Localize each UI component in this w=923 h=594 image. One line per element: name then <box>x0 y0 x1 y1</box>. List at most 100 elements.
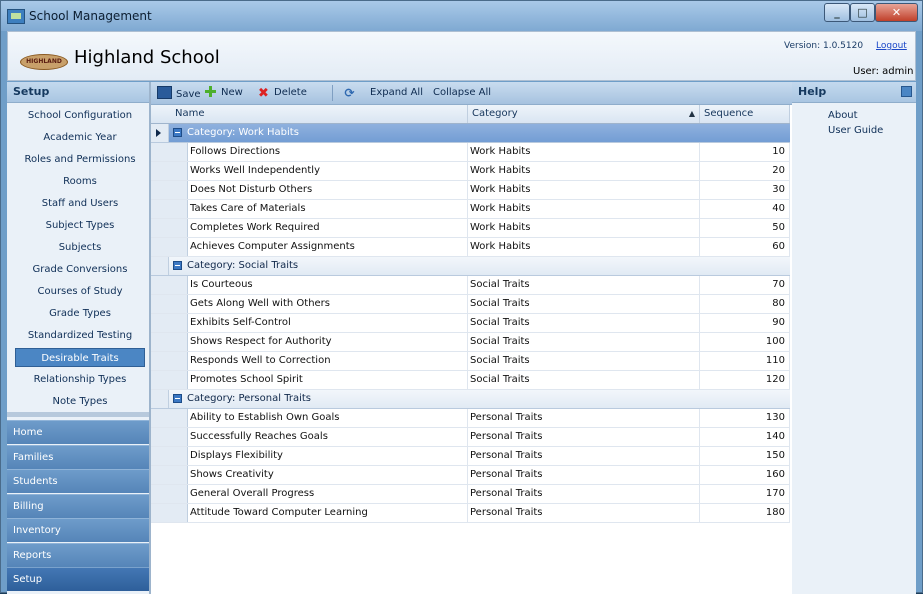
row-indicator[interactable] <box>151 333 188 351</box>
cell-category[interactable]: Work Habits <box>468 238 700 256</box>
nav-item-standardized-testing[interactable]: Standardized Testing <box>15 326 145 345</box>
cell-category[interactable]: Work Habits <box>468 181 700 199</box>
cell-sequence[interactable]: 70 <box>700 276 790 294</box>
collapse-help-icon[interactable] <box>901 86 912 97</box>
table-row[interactable]: Follows Directions Work Habits 10 <box>151 143 790 162</box>
row-indicator[interactable] <box>151 314 188 332</box>
expand-all-button[interactable]: Expand All <box>370 86 423 100</box>
row-indicator[interactable] <box>151 124 169 142</box>
cell-name[interactable]: Ability to Establish Own Goals <box>188 409 468 427</box>
cell-sequence[interactable]: 80 <box>700 295 790 313</box>
row-indicator[interactable] <box>151 143 188 161</box>
cell-name[interactable]: General Overall Progress <box>188 485 468 503</box>
nav-item-school-configuration[interactable]: School Configuration <box>15 106 145 125</box>
nav-item-academic-year[interactable]: Academic Year <box>15 128 145 147</box>
table-row[interactable]: Achieves Computer Assignments Work Habits… <box>151 238 790 257</box>
logout-link[interactable]: Logout <box>876 41 907 51</box>
column-header-category[interactable]: Category ▲ <box>468 105 700 123</box>
cell-name[interactable]: Works Well Independently <box>188 162 468 180</box>
row-indicator[interactable] <box>151 276 188 294</box>
group-row[interactable]: Category: Work Habits <box>151 124 790 143</box>
table-row[interactable]: General Overall Progress Personal Traits 1… <box>151 485 790 504</box>
row-indicator[interactable] <box>151 257 169 275</box>
table-row[interactable]: Promotes School Spirit Social Traits 120 <box>151 371 790 390</box>
cell-sequence[interactable]: 170 <box>700 485 790 503</box>
table-row[interactable]: Gets Along Well with Others Social Traits… <box>151 295 790 314</box>
row-indicator[interactable] <box>151 238 188 256</box>
row-indicator[interactable] <box>151 162 188 180</box>
module-button-setup[interactable]: Setup <box>7 567 149 591</box>
cell-category[interactable]: Work Habits <box>468 219 700 237</box>
row-indicator[interactable] <box>151 295 188 313</box>
row-indicator[interactable] <box>151 409 188 427</box>
table-row[interactable]: Takes Care of Materials Work Habits 40 <box>151 200 790 219</box>
cell-category[interactable]: Social Traits <box>468 314 700 332</box>
cell-category[interactable]: Social Traits <box>468 276 700 294</box>
column-header-sequence[interactable]: Sequence <box>700 105 790 123</box>
cell-sequence[interactable]: 20 <box>700 162 790 180</box>
cell-name[interactable]: Does Not Disturb Others <box>188 181 468 199</box>
module-button-students[interactable]: Students <box>7 469 149 493</box>
nav-item-grade-types[interactable]: Grade Types <box>15 304 145 323</box>
row-indicator[interactable] <box>151 504 188 522</box>
title-bar[interactable]: School Management _ □ ✕ <box>1 1 922 31</box>
cell-sequence[interactable]: 60 <box>700 238 790 256</box>
nav-item-subject-types[interactable]: Subject Types <box>15 216 145 235</box>
cell-sequence[interactable]: 160 <box>700 466 790 484</box>
help-link-user-guide[interactable]: User Guide <box>828 125 883 136</box>
table-row[interactable]: Attitude Toward Computer Learning Persona… <box>151 504 790 523</box>
table-row[interactable]: Successfully Reaches Goals Personal Trait… <box>151 428 790 447</box>
nav-item-note-types[interactable]: Note Types <box>15 392 145 411</box>
cell-sequence[interactable]: 140 <box>700 428 790 446</box>
cell-name[interactable]: Completes Work Required <box>188 219 468 237</box>
cell-category[interactable]: Personal Traits <box>468 409 700 427</box>
table-row[interactable]: Ability to Establish Own Goals Personal T… <box>151 409 790 428</box>
cell-category[interactable]: Social Traits <box>468 333 700 351</box>
cell-sequence[interactable]: 120 <box>700 371 790 389</box>
maximize-button[interactable]: □ <box>850 3 875 22</box>
cell-name[interactable]: Exhibits Self-Control <box>188 314 468 332</box>
nav-item-relationship-types[interactable]: Relationship Types <box>15 370 145 389</box>
row-indicator[interactable] <box>151 390 169 408</box>
nav-item-desirable-traits[interactable]: Desirable Traits <box>15 348 145 367</box>
row-indicator[interactable] <box>151 428 188 446</box>
new-button[interactable]: New <box>204 86 243 100</box>
cell-name[interactable]: Successfully Reaches Goals <box>188 428 468 446</box>
table-row[interactable]: Completes Work Required Work Habits 50 <box>151 219 790 238</box>
cell-sequence[interactable]: 100 <box>700 333 790 351</box>
cell-sequence[interactable]: 110 <box>700 352 790 370</box>
row-indicator[interactable] <box>151 466 188 484</box>
group-row[interactable]: Category: Social Traits <box>151 257 790 276</box>
module-button-families[interactable]: Families <box>7 444 149 469</box>
cell-category[interactable]: Personal Traits <box>468 428 700 446</box>
row-indicator[interactable] <box>151 200 188 218</box>
nav-item-grade-conversions[interactable]: Grade Conversions <box>15 260 145 279</box>
row-indicator[interactable] <box>151 485 188 503</box>
cell-category[interactable]: Work Habits <box>468 200 700 218</box>
cell-name[interactable]: Takes Care of Materials <box>188 200 468 218</box>
table-row[interactable]: Responds Well to Correction Social Traits… <box>151 352 790 371</box>
minimize-button[interactable]: _ <box>824 3 850 22</box>
cell-name[interactable]: Is Courteous <box>188 276 468 294</box>
table-row[interactable]: Shows Creativity Personal Traits 160 <box>151 466 790 485</box>
cell-category[interactable]: Social Traits <box>468 371 700 389</box>
collapse-all-button[interactable]: Collapse All <box>433 86 491 100</box>
row-indicator[interactable] <box>151 181 188 199</box>
collapse-group-icon[interactable] <box>173 128 182 137</box>
cell-name[interactable]: Follows Directions <box>188 143 468 161</box>
table-row[interactable]: Exhibits Self-Control Social Traits 90 <box>151 314 790 333</box>
table-row[interactable]: Displays Flexibility Personal Traits 150 <box>151 447 790 466</box>
cell-name[interactable]: Shows Creativity <box>188 466 468 484</box>
collapse-group-icon[interactable] <box>173 394 182 403</box>
row-indicator[interactable] <box>151 219 188 237</box>
cell-category[interactable]: Personal Traits <box>468 447 700 465</box>
cell-sequence[interactable]: 30 <box>700 181 790 199</box>
close-button[interactable]: ✕ <box>875 3 918 22</box>
delete-button[interactable]: ✖ Delete <box>257 86 307 100</box>
table-row[interactable]: Does Not Disturb Others Work Habits 30 <box>151 181 790 200</box>
cell-category[interactable]: Work Habits <box>468 143 700 161</box>
table-row[interactable]: Is Courteous Social Traits 70 <box>151 276 790 295</box>
cell-sequence[interactable]: 180 <box>700 504 790 522</box>
row-indicator[interactable] <box>151 447 188 465</box>
cell-category[interactable]: Personal Traits <box>468 504 700 522</box>
